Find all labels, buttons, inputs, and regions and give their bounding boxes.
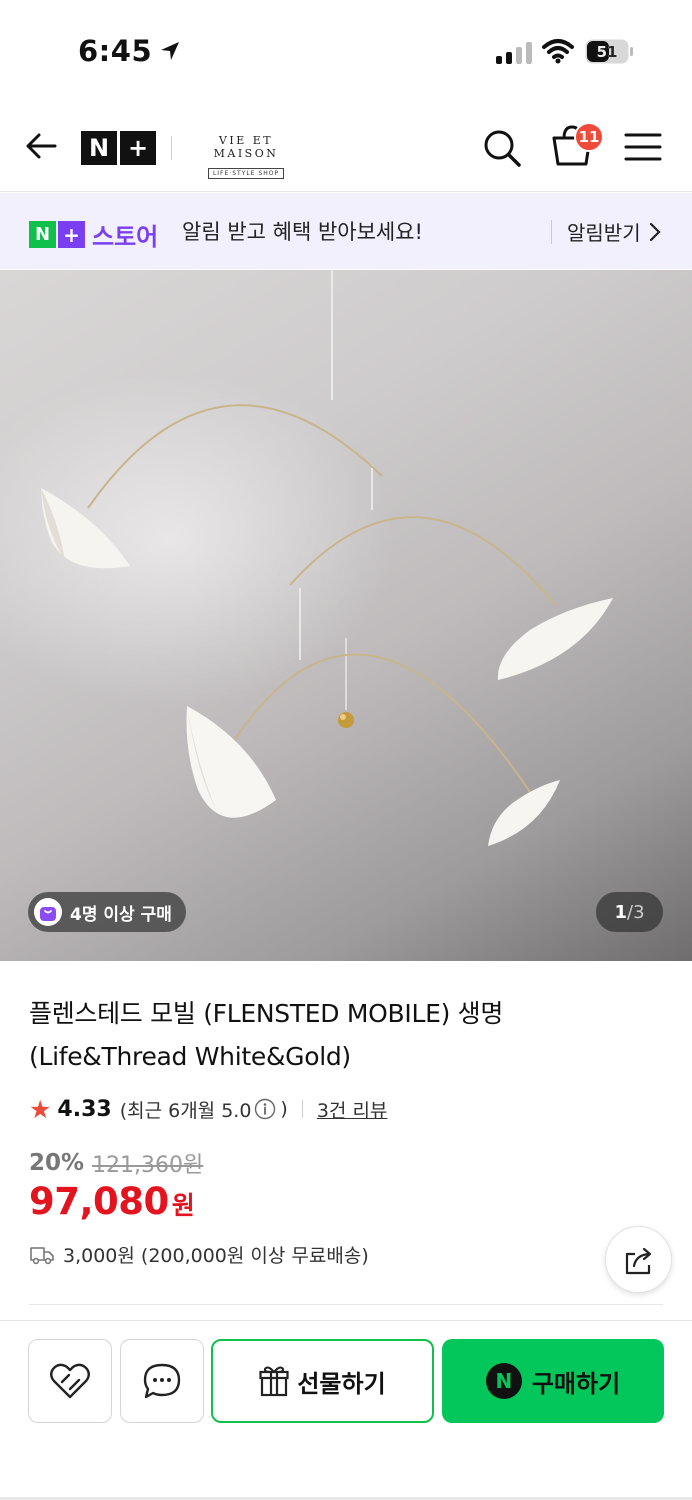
recent-rating-close: ) [280,1098,288,1120]
store-logo-label: 스토어 [92,223,159,251]
buy-now-button[interactable]: N 구매하기 [442,1339,664,1423]
n-logo-box: N [81,131,117,165]
share-button[interactable] [605,1226,672,1293]
wifi-icon [542,39,574,64]
battery-icon: 51 [585,39,633,64]
review-count-link[interactable]: 3건 리뷰 [317,1096,388,1123]
original-price: 121,360원 [92,1153,204,1178]
cart-count-badge: 11 [574,122,604,152]
rating-row: ★ 4.33 (최근 6개월 5.0 ) 3건 리뷰 [29,1094,387,1124]
star-icon: ★ [29,1094,52,1124]
buyers-count-badge: 4명 이상 구매 [28,892,186,932]
current-image-number: 1 [614,901,627,923]
clock-text: 6:45 [78,34,153,68]
sale-price-amount: 97,080 [29,1180,169,1223]
promo-banner[interactable]: N + 스토어 알림 받고 혜택 받아보세요! 알림받기 [0,193,692,269]
hamburger-menu-icon[interactable] [624,132,662,162]
chat-inquiry-button[interactable] [120,1339,204,1423]
total-image-count: /3 [627,901,645,923]
battery-level-text: 51 [596,42,618,61]
discount-row: 20% 121,360원 [29,1147,203,1179]
back-arrow-icon[interactable] [22,126,62,166]
shop-name: VIE ET MAISON [213,134,279,160]
product-image-carousel[interactable] [0,270,692,961]
rating-score: 4.33 [57,1096,112,1122]
store-logo-plus: + [58,221,85,248]
image-page-counter: 1 /3 [596,892,663,932]
product-photo [41,270,613,846]
notification-subscribe-button[interactable]: 알림받기 [567,217,661,246]
bottom-action-bar: 선물하기 N 구매하기 [0,1320,692,1500]
rating-divider [301,1100,303,1118]
heart-icon [50,1363,90,1399]
status-bar: 6:45 51 [0,0,692,100]
notification-subscribe-label: 알림받기 [567,221,641,245]
promo-divider [551,220,552,244]
naver-pay-logo: N [485,1363,522,1399]
shop-logo[interactable]: VIE ET MAISON LIFE·STYLE SHOP [186,134,306,179]
cellular-signal-icon [496,42,532,64]
info-icon[interactable] [254,1098,276,1120]
buy-button-label: 구매하기 [531,1369,621,1398]
shop-tagline: LIFE·STYLE SHOP [207,168,285,179]
recent-rating-text: (최근 6개월 5.0 [119,1099,252,1122]
gift-box-icon [259,1366,289,1397]
chevron-right-icon [649,222,661,241]
naver-plus-store-logo: N + 스토어 [29,217,158,252]
store-logo-n: N [29,221,56,248]
section-divider [29,1304,663,1305]
wishlist-button[interactable] [28,1339,112,1423]
discount-rate: 20% [29,1150,85,1176]
delivery-truck-icon [30,1246,54,1264]
purple-bag-icon [34,898,62,926]
search-icon[interactable] [482,128,522,168]
status-time: 6:45 [78,34,182,68]
sale-price: 97,080 원 [29,1180,195,1223]
gift-button[interactable]: 선물하기 [211,1339,434,1423]
shipping-info: 3,000원 (200,000원 이상 무료배송) [29,1241,369,1268]
gift-button-label: 선물하기 [297,1369,386,1398]
buyers-count-text: 4명 이상 구매 [70,904,172,925]
shipping-fee-text: 3,000원 (200,000원 이상 무료배송) [63,1245,369,1267]
logo-divider [171,136,172,160]
chat-bubble-icon [143,1363,181,1399]
share-icon [625,1247,651,1274]
location-arrow-icon [161,42,180,60]
promo-message: 알림 받고 혜택 받아보세요! [182,220,423,244]
naver-plus-logo[interactable]: N + [81,131,156,165]
plus-logo-box: + [120,131,156,165]
sale-price-currency: 원 [171,1191,195,1220]
product-title: 플렌스테드 모빌 (FLENSTED MOBILE) 생명 (Life&Thre… [29,999,504,1071]
